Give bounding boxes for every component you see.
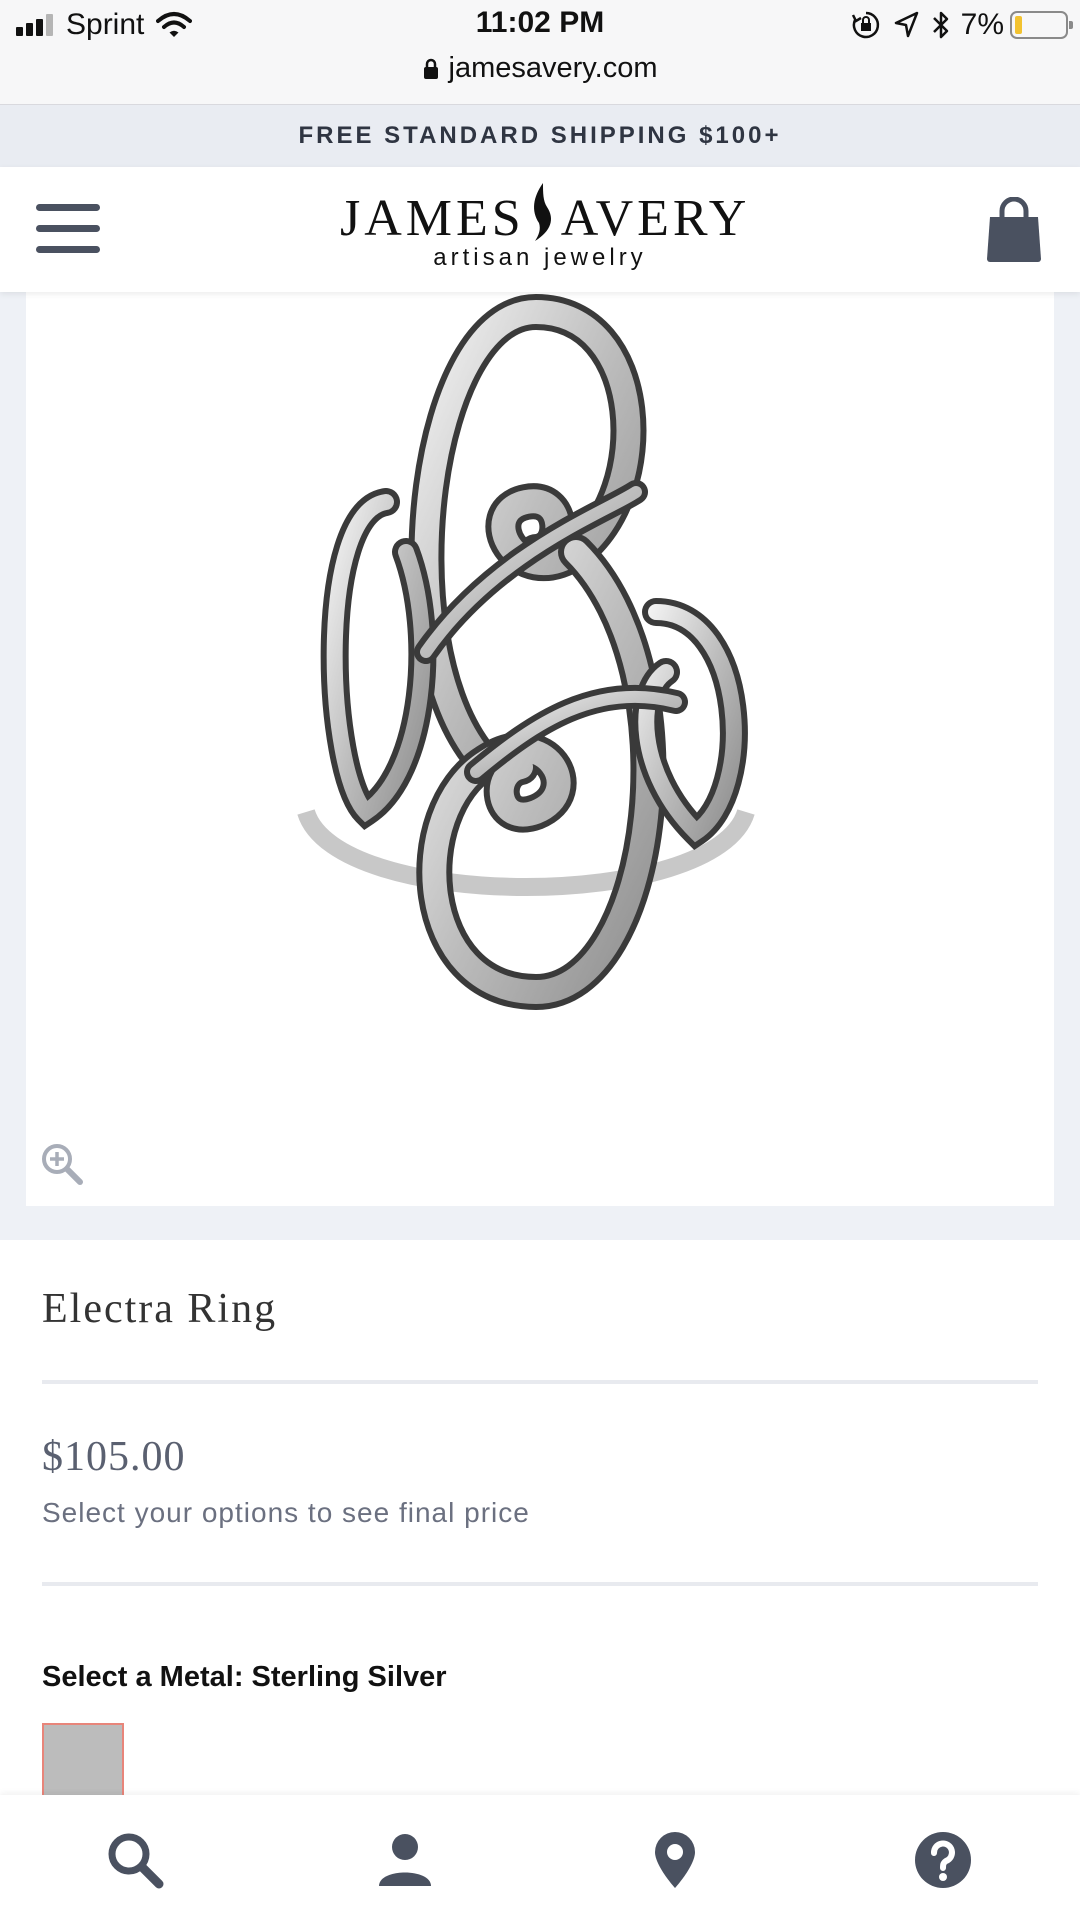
page: Sprint 11:02 PM 7% jamesavery.com FREE S… (0, 0, 1080, 1920)
nav-account-button[interactable] (370, 1825, 440, 1895)
location-arrow-icon (894, 11, 918, 38)
nav-search-button[interactable] (100, 1825, 170, 1895)
shopping-bag-icon[interactable] (984, 197, 1044, 263)
rotation-lock-icon (851, 11, 879, 39)
nav-store-locator-button[interactable] (640, 1825, 710, 1895)
url-text: jamesavery.com (448, 52, 658, 84)
product-image-gallery[interactable] (26, 292, 1054, 1206)
hamburger-icon (36, 204, 100, 211)
status-bar: Sprint 11:02 PM 7% jamesavery.com (0, 0, 1080, 105)
nav-help-button[interactable] (908, 1825, 978, 1895)
logo-tagline: artisan jewelry (433, 244, 647, 271)
logo-wordmark: JAMES AVERY (340, 181, 746, 248)
help-icon (915, 1832, 971, 1888)
battery-icon (1010, 11, 1073, 39)
zoom-in-icon[interactable] (40, 1142, 84, 1186)
battery-percent: 7% (960, 8, 1004, 41)
status-right: 7% (839, 8, 1073, 42)
bottom-nav (0, 1795, 1080, 1920)
product-image-ring[interactable] (276, 292, 796, 1012)
metal-select-label: Select a Metal: Sterling Silver (42, 1661, 447, 1693)
address-bar[interactable]: jamesavery.com (0, 52, 1080, 85)
bluetooth-icon (932, 11, 948, 39)
price-note: Select your options to see final price (42, 1497, 530, 1528)
divider (42, 1582, 1038, 1586)
product-title: Electra Ring (42, 1286, 278, 1332)
account-icon (379, 1834, 431, 1886)
shipping-promo-banner[interactable]: FREE STANDARD SHIPPING $100+ (0, 105, 1080, 167)
lock-icon (423, 58, 438, 79)
search-icon (108, 1833, 164, 1889)
brand-logo[interactable]: JAMES AVERY artisan jewelry (340, 181, 746, 272)
site-header: JAMES AVERY artisan jewelry (0, 167, 1080, 292)
product-price: $105.00 (42, 1434, 186, 1480)
menu-button[interactable] (36, 204, 100, 254)
metal-swatch-sterling-silver[interactable] (42, 1723, 124, 1805)
divider (42, 1380, 1038, 1384)
flame-icon (533, 183, 551, 241)
location-pin-icon (655, 1832, 695, 1888)
